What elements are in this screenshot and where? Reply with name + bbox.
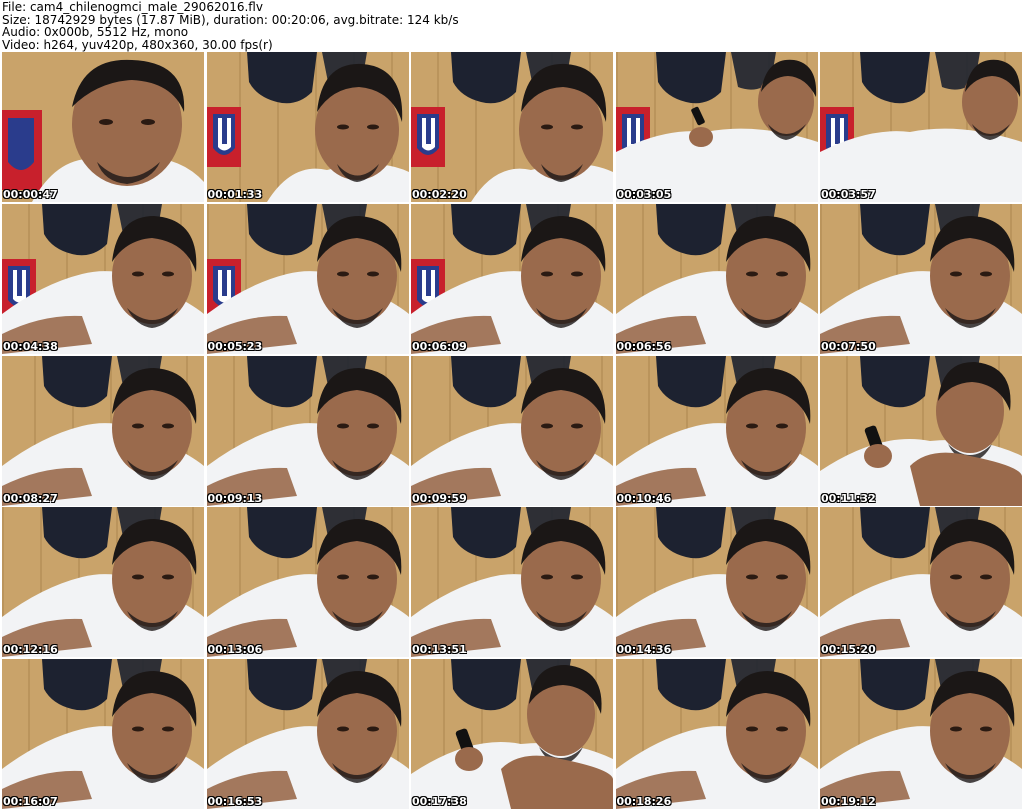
thumbnail-frame-image: [2, 203, 204, 354]
thumbnail-frame-image: [411, 507, 613, 658]
thumbnail-timestamp: 00:07:50: [821, 339, 876, 353]
video-info-line: Video: h264, yuv420p, 480x360, 30.00 fps…: [2, 37, 273, 52]
thumbnail-frame-image: [206, 52, 409, 202]
thumbnail-frame-image: [206, 507, 409, 658]
video-thumbnail: 00:17:38: [411, 659, 613, 809]
audio-info-line: Audio: 0x000b, 5512 Hz, mono: [2, 25, 189, 39]
thumbnail-timestamp: 00:16:07: [3, 795, 58, 808]
video-thumbnail: 00:02:20: [411, 52, 613, 202]
thumbnail-timestamp: 00:19:12: [821, 795, 876, 808]
video-thumbnail: 00:18:26: [615, 659, 818, 809]
thumbnail-frame-image: [615, 659, 818, 809]
thumbnail-frame-image: [206, 203, 409, 354]
video-thumbnail: 00:09:59: [411, 355, 613, 506]
thumbnail-frame-image: [615, 507, 818, 658]
thumbnail-frame-image: [820, 355, 1022, 506]
thumbnail-frame-image: [2, 355, 204, 506]
thumbnail-timestamp: 00:02:20: [412, 188, 467, 201]
thumbnail-frame-image: [820, 52, 1022, 202]
video-thumbnail: 00:05:23: [206, 203, 409, 354]
thumbnail-grid: 00:00:47 00:01:33 00:02:20 00:03:05 00:03:57…: [2, 52, 1022, 809]
video-thumbnail: 00:12:16: [2, 507, 204, 658]
thumbnail-timestamp: 00:05:23: [207, 339, 263, 353]
thumbnail-frame-image: [411, 203, 613, 354]
thumbnail-timestamp: 00:17:38: [412, 795, 467, 808]
thumbnail-frame-image: [206, 355, 409, 506]
thumbnail-timestamp: 00:13:51: [412, 643, 467, 657]
video-thumbnail: 00:11:32: [820, 355, 1022, 506]
video-thumbnail: 00:09:13: [206, 355, 409, 506]
video-thumbnail: 00:00:47: [2, 52, 204, 202]
video-thumbnail: 00:08:27: [2, 355, 204, 506]
thumbnail-frame-image: [615, 203, 818, 354]
video-thumbnail: 00:03:05: [615, 52, 818, 202]
file-name-line: File: cam4_chilenogmci_male_29062016.flv: [2, 0, 263, 14]
thumbnail-frame-image: [615, 355, 818, 506]
thumbnail-frame-image: [2, 507, 204, 658]
thumbnail-timestamp: 00:03:05: [616, 188, 672, 201]
video-thumbnail: 00:01:33: [206, 52, 409, 202]
thumbnail-timestamp: 00:04:38: [3, 339, 58, 353]
video-thumbnail: 00:13:06: [206, 507, 409, 658]
thumbnail-timestamp: 00:12:16: [3, 643, 58, 657]
video-thumbnail: 00:13:51: [411, 507, 613, 658]
thumbnail-frame-image: [2, 659, 204, 809]
thumbnail-frame-image: [2, 52, 204, 202]
video-thumbnail: 00:03:57: [820, 52, 1022, 202]
video-thumbnail: 00:06:09: [411, 203, 613, 354]
thumbnail-timestamp: 00:01:33: [207, 188, 263, 201]
thumbnail-frame-image: [411, 52, 613, 202]
video-thumbnail: 00:06:56: [615, 203, 818, 354]
thumbnail-timestamp: 00:08:27: [3, 491, 58, 505]
video-thumbnail: 00:07:50: [820, 203, 1022, 354]
video-thumbnail: 00:19:12: [820, 659, 1022, 809]
thumbnail-frame-image: [820, 507, 1022, 658]
thumbnail-timestamp: 00:18:26: [616, 795, 672, 808]
thumbnail-timestamp: 00:10:46: [616, 491, 672, 505]
thumbnail-frame-image: [615, 52, 818, 202]
video-thumbnail: 00:16:53: [206, 659, 409, 809]
thumbnail-frame-image: [206, 659, 409, 809]
thumbnail-timestamp: 00:06:09: [412, 339, 467, 353]
video-thumbnail: 00:10:46: [615, 355, 818, 506]
thumbnail-timestamp: 00:03:57: [821, 188, 876, 201]
video-thumbnail: 00:16:07: [2, 659, 204, 809]
thumbnail-timestamp: 00:09:59: [412, 491, 467, 505]
thumbnail-timestamp: 00:16:53: [207, 795, 263, 808]
video-thumbnail: 00:14:36: [615, 507, 818, 658]
thumbnail-timestamp: 00:15:20: [821, 643, 876, 657]
video-thumbnail: 00:04:38: [2, 203, 204, 354]
thumbnail-timestamp: 00:13:06: [207, 643, 263, 657]
thumbnail-frame-image: [820, 203, 1022, 354]
thumbnail-frame-image: [411, 659, 613, 809]
thumbnail-timestamp: 00:14:36: [616, 643, 672, 657]
thumbnail-timestamp: 00:09:13: [207, 491, 263, 505]
thumbnail-timestamp: 00:00:47: [3, 188, 58, 201]
thumbnail-timestamp: 00:11:32: [821, 491, 876, 505]
thumbnail-frame-image: [820, 659, 1022, 809]
thumbnail-timestamp: 00:06:56: [616, 339, 672, 353]
video-thumbnail: 00:15:20: [820, 507, 1022, 658]
thumbnail-frame-image: [411, 355, 613, 506]
file-info-header: File: cam4_chilenogmci_male_29062016.flv…: [2, 1, 459, 51]
